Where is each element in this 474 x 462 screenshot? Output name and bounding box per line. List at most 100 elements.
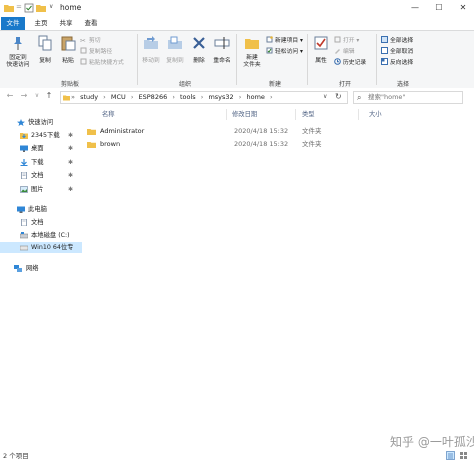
- computer-icon: [17, 206, 25, 213]
- pin-icon: ✱: [68, 159, 74, 166]
- select-none-button[interactable]: 全部取消: [381, 47, 413, 57]
- nav-network[interactable]: 网络: [0, 263, 82, 274]
- minimize-button[interactable]: —: [404, 0, 426, 16]
- column-header-type[interactable]: 类型: [302, 109, 315, 120]
- qat-dropdown[interactable]: ∨: [49, 3, 53, 10]
- new-folder-qat-icon[interactable]: [36, 3, 46, 13]
- tab-file[interactable]: 文件: [1, 17, 25, 30]
- edit-icon: [335, 49, 340, 54]
- paste-button[interactable]: 粘贴: [58, 35, 78, 64]
- nav-item-pictures[interactable]: 图片 ✱: [0, 184, 82, 195]
- title-bar: = ∨ home — ☐ ✕: [0, 0, 474, 18]
- invert-selection-button[interactable]: 反向选择: [381, 58, 413, 68]
- new-item-label: 新建项目 ▾: [275, 38, 303, 44]
- file-date: 2020/4/18 15:32: [234, 140, 289, 148]
- nav-item-downloads[interactable]: 下载 ✱: [0, 157, 82, 168]
- move-to-icon: [144, 36, 158, 49]
- breadcrumb-home[interactable]: home: [246, 93, 264, 101]
- close-button[interactable]: ✕: [452, 0, 474, 16]
- up-button[interactable]: ↑: [43, 90, 55, 102]
- select-all-button[interactable]: 全部选择: [381, 36, 413, 46]
- delete-button[interactable]: 删除: [189, 35, 209, 64]
- paste-shortcut-button[interactable]: 粘贴快捷方式: [80, 58, 124, 68]
- status-bar: 2 个项目: [0, 449, 474, 462]
- breadcrumb-separator[interactable]: ›: [172, 93, 175, 101]
- address-bar[interactable]: » study › MCU › ESP8266 › tools › msys32…: [60, 91, 348, 104]
- column-header-name[interactable]: 名称: [102, 109, 115, 120]
- nav-item-desktop[interactable]: 桌面 ✱: [0, 143, 82, 154]
- nav-item-label: 下载: [31, 159, 44, 166]
- ribbon-divider: [376, 34, 377, 85]
- back-button[interactable]: ←: [4, 90, 16, 102]
- qat-separator: =: [16, 3, 22, 11]
- breadcrumb-separator[interactable]: ›: [239, 93, 242, 101]
- maximize-button[interactable]: ☐: [428, 0, 450, 16]
- column-header-size[interactable]: 大小: [369, 109, 382, 120]
- search-box[interactable]: ⌕ 搜索"home": [353, 91, 463, 104]
- recent-locations-button[interactable]: ∨: [31, 90, 43, 102]
- move-to-button[interactable]: 移动到: [140, 35, 162, 64]
- download-icon: [20, 159, 28, 166]
- copy-to-button[interactable]: 复制到: [164, 35, 186, 64]
- breadcrumb-separator[interactable]: ›: [270, 93, 273, 101]
- properties-button[interactable]: 属性: [310, 35, 332, 64]
- breadcrumb-separator[interactable]: ›: [131, 93, 134, 101]
- copy-icon: [38, 35, 52, 51]
- details-view-icon[interactable]: [446, 451, 455, 460]
- new-folder-button[interactable]: 新建 文件夹: [239, 35, 265, 69]
- folder-icon: [63, 95, 70, 101]
- pin-label: 固定到 快速访问: [6, 55, 30, 68]
- nav-item-label: 2345下载: [31, 132, 60, 139]
- table-row[interactable]: Administrator 2020/4/18 15:32 文件夹: [84, 126, 384, 137]
- easy-access-button[interactable]: 轻松访问 ▾: [266, 47, 303, 57]
- nav-this-pc[interactable]: 此电脑: [0, 204, 82, 215]
- ribbon-divider: [307, 34, 308, 85]
- large-icons-view-icon[interactable]: [459, 451, 468, 460]
- new-folder-label: 新建 文件夹: [243, 55, 261, 68]
- ribbon-divider: [137, 34, 138, 85]
- nav-item-label: Win10 64位专: [31, 244, 74, 251]
- tab-share[interactable]: 共享: [55, 17, 77, 30]
- nav-quick-access[interactable]: 快速访问: [0, 117, 82, 128]
- pin-icon: ✱: [68, 172, 74, 179]
- edit-button[interactable]: 编辑: [334, 47, 355, 57]
- address-dropdown-button[interactable]: ∨: [323, 93, 327, 100]
- column-header-date[interactable]: 修改日期: [232, 109, 257, 120]
- breadcrumb-separator[interactable]: ›: [103, 93, 106, 101]
- clipboard-group-label: 剪贴板: [60, 81, 79, 88]
- nav-item-local-disk-c[interactable]: 本地磁盘 (C:): [0, 230, 82, 241]
- table-row[interactable]: brown 2020/4/18 15:32 文件夹: [84, 139, 384, 150]
- breadcrumb-separator[interactable]: ›: [201, 93, 204, 101]
- rename-button[interactable]: 重命名: [211, 35, 233, 64]
- select-none-label: 全部取消: [390, 49, 414, 55]
- cut-button[interactable]: ✂ 剪切: [80, 36, 101, 46]
- forward-button[interactable]: →: [18, 90, 30, 102]
- file-list: 名称 修改日期 类型 大小 Administrator 2020/4/18 15…: [84, 106, 474, 446]
- nav-item-pc-documents[interactable]: 文档: [0, 217, 82, 228]
- ribbon-divider: [236, 34, 237, 85]
- breadcrumb-esp8266[interactable]: ESP8266: [139, 93, 168, 101]
- open-button[interactable]: 打开 ▾: [334, 36, 359, 46]
- column-divider[interactable]: [226, 109, 227, 120]
- nav-item-win10-drive[interactable]: Win10 64位专: [0, 242, 82, 253]
- breadcrumb-overflow[interactable]: »: [71, 93, 75, 101]
- refresh-button[interactable]: ↻: [335, 92, 342, 101]
- properties-check-icon[interactable]: [24, 3, 34, 13]
- ribbon-tabs: 文件 主页 共享 查看: [0, 17, 474, 30]
- new-item-button[interactable]: 新建项目 ▾: [266, 36, 303, 46]
- nav-item-documents[interactable]: 文档 ✱: [0, 170, 82, 181]
- column-divider[interactable]: [358, 109, 359, 120]
- breadcrumb-msys32[interactable]: msys32: [208, 93, 233, 101]
- tab-view[interactable]: 查看: [80, 17, 102, 30]
- copy-button[interactable]: 复制: [35, 35, 55, 64]
- column-divider[interactable]: [295, 109, 296, 120]
- breadcrumb-tools[interactable]: tools: [180, 93, 196, 101]
- pin-quick-access-button[interactable]: 固定到 快速访问: [3, 35, 33, 69]
- tab-home[interactable]: 主页: [30, 17, 52, 30]
- nav-item-2345-download[interactable]: 2345下载 ✱: [0, 130, 82, 141]
- breadcrumb-mcu[interactable]: MCU: [111, 93, 126, 101]
- copy-path-button[interactable]: 复制路径: [80, 47, 112, 57]
- edit-label: 编辑: [343, 49, 355, 55]
- breadcrumb-study[interactable]: study: [80, 93, 98, 101]
- history-button[interactable]: 历史记录: [334, 58, 366, 68]
